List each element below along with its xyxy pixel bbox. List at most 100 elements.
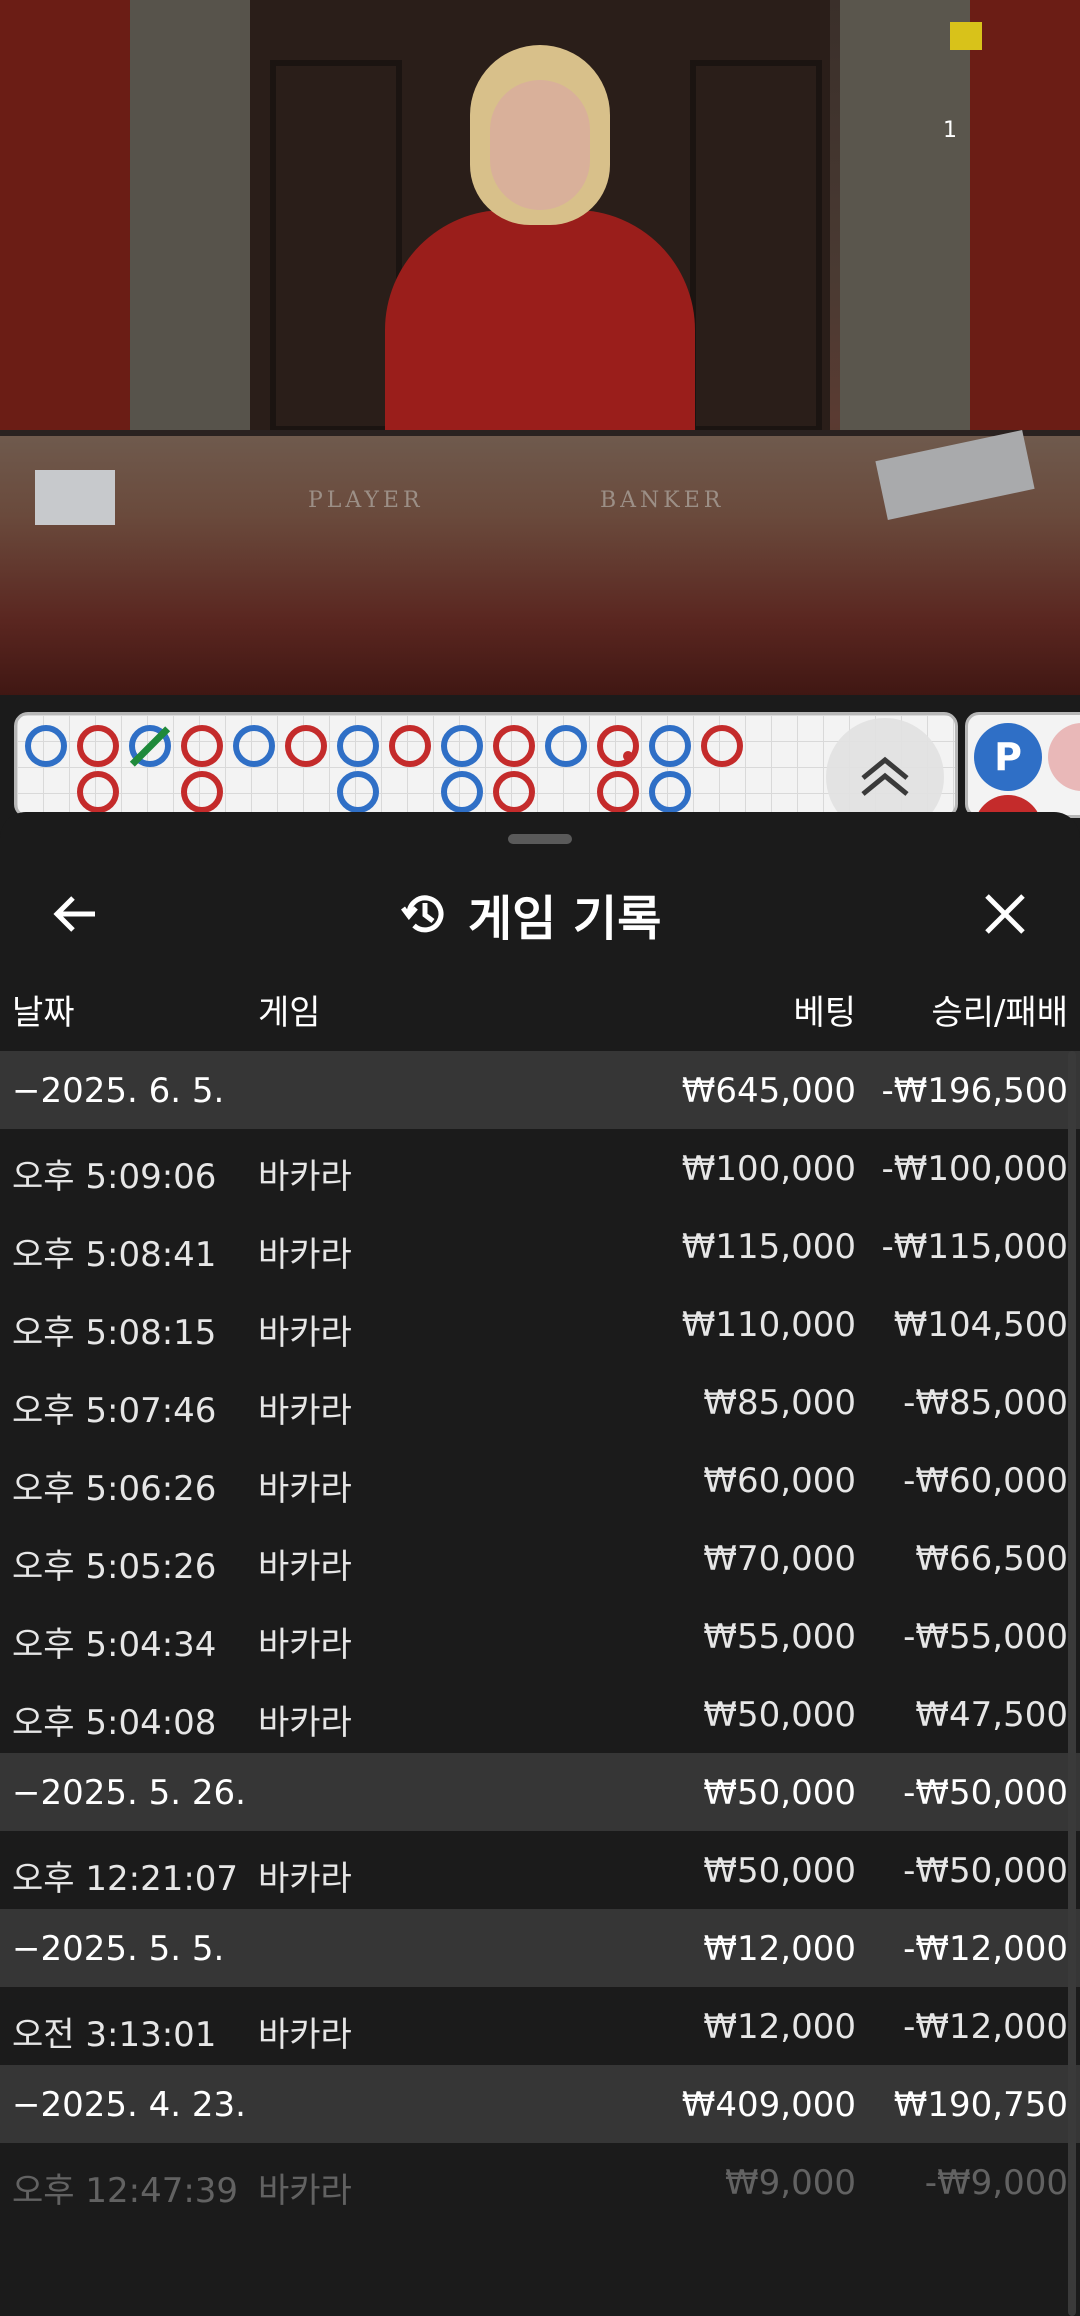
history-row[interactable]: 오후 5:04:34 바카라 ₩55,000 -₩55,000 (0, 1597, 1080, 1675)
sheet-drag-handle[interactable] (508, 834, 572, 844)
row-game: 바카라 (258, 1625, 352, 1665)
game-history-sheet: 게임 기록 날짜 게임 베팅 승리/패배 −2025. 6. 5. ₩645,00… (0, 812, 1080, 2316)
history-row[interactable]: 오후 5:08:41 바카라 ₩115,000 -₩115,000 (0, 1207, 1080, 1285)
banker-predict-badge[interactable] (1048, 723, 1080, 791)
history-list[interactable]: −2025. 6. 5. ₩645,000 -₩196,500 오후 5:09:06 바… (0, 1051, 1080, 2221)
row-date: 오후 12:21:07 (12, 1859, 239, 1899)
prediction-panel[interactable]: P (965, 712, 1080, 818)
double-chevron-up-icon (861, 756, 909, 796)
history-row[interactable]: 오후 12:47:39 바카라 ₩9,000 -₩9,000 (0, 2143, 1080, 2221)
row-bet: ₩60,000 (703, 1461, 856, 1501)
history-row[interactable]: 오후 5:09:06 바카라 ₩100,000 -₩100,000 (0, 1129, 1080, 1207)
dealer-body (385, 210, 695, 460)
player-predict-badge[interactable]: P (974, 723, 1042, 791)
row-date: 오전 3:13:01 (12, 2015, 217, 2055)
banker-bead (181, 771, 223, 813)
column-headers: 날짜 게임 베팅 승리/패배 (0, 975, 1080, 1035)
sheet-title-group: 게임 기록 (400, 882, 661, 947)
back-button[interactable] (40, 884, 110, 944)
row-bet: ₩12,000 (703, 2007, 856, 2047)
dealer-face (490, 80, 590, 210)
column-header-date[interactable]: 날짜 (12, 985, 75, 1034)
row-date: −2025. 4. 23. (12, 2085, 246, 2125)
decor-panel (690, 60, 822, 432)
column-header-bet[interactable]: 베팅 (793, 985, 856, 1034)
live-video: PLAYER BANKER 1 (0, 0, 1080, 695)
table-label-player: PLAYER (308, 488, 424, 513)
column-header-game[interactable]: 게임 (258, 985, 321, 1034)
banker-bead (389, 725, 431, 767)
close-button[interactable] (970, 884, 1040, 944)
row-win-loss: -₩196,500 (881, 1071, 1069, 1111)
banker-bead (597, 771, 639, 813)
column-header-win-loss[interactable]: 승리/패배 (931, 985, 1068, 1034)
player-bead (545, 725, 587, 767)
row-win-loss: ₩66,500 (915, 1539, 1068, 1579)
row-win-loss: -₩55,000 (903, 1617, 1068, 1657)
player-bead (649, 771, 691, 813)
row-date: −2025. 5. 5. (12, 1929, 225, 1969)
history-row[interactable]: 오후 5:05:26 바카라 ₩70,000 ₩66,500 (0, 1519, 1080, 1597)
row-game: 바카라 (258, 1157, 352, 1197)
row-win-loss: -₩12,000 (903, 1929, 1068, 1969)
banker-bead (493, 725, 535, 767)
player-bead (233, 725, 275, 767)
row-win-loss: ₩47,500 (915, 1695, 1068, 1735)
pair-dot (623, 751, 633, 761)
row-game: 바카라 (258, 1547, 352, 1587)
close-icon (985, 894, 1025, 934)
history-row[interactable]: 오후 12:21:07 바카라 ₩50,000 -₩50,000 (0, 1831, 1080, 1909)
date-group-row[interactable]: −2025. 5. 26. ₩50,000 -₩50,000 (0, 1753, 1080, 1831)
row-win-loss: -₩50,000 (903, 1773, 1068, 1813)
banker-bead (285, 725, 327, 767)
history-row[interactable]: 오후 5:07:46 바카라 ₩85,000 -₩85,000 (0, 1363, 1080, 1441)
row-win-loss: -₩115,000 (881, 1227, 1069, 1267)
player-bead (337, 725, 379, 767)
row-bet: ₩85,000 (703, 1383, 856, 1423)
date-group-row[interactable]: −2025. 5. 5. ₩12,000 -₩12,000 (0, 1909, 1080, 1987)
player-bead (441, 725, 483, 767)
row-bet: ₩409,000 (681, 2085, 856, 2125)
row-bet: ₩115,000 (681, 1227, 856, 1267)
sheet-header: 게임 기록 (0, 862, 1080, 962)
history-row[interactable]: 오전 3:13:01 바카라 ₩12,000 -₩12,000 (0, 1987, 1080, 2065)
decor-pillar-right (970, 0, 1080, 470)
history-icon (401, 895, 444, 933)
row-game: 바카라 (258, 1859, 352, 1899)
row-game: 바카라 (258, 2171, 352, 2211)
row-game: 바카라 (258, 1703, 352, 1743)
decor-pillar-left (0, 0, 130, 470)
banker-bead (597, 725, 639, 767)
row-date: 오후 5:05:26 (12, 1547, 217, 1587)
decor-panel (270, 60, 402, 432)
row-date: 오후 5:07:46 (12, 1391, 217, 1431)
player-bead (337, 771, 379, 813)
row-game: 바카라 (258, 1469, 352, 1509)
row-date: 오후 5:04:08 (12, 1703, 217, 1743)
row-win-loss: -₩60,000 (903, 1461, 1068, 1501)
viewer-count: 1 (943, 118, 957, 143)
history-row[interactable]: 오후 5:06:26 바카라 ₩60,000 -₩60,000 (0, 1441, 1080, 1519)
row-date: 오후 5:08:15 (12, 1313, 217, 1353)
row-bet: ₩645,000 (681, 1071, 856, 1111)
row-bet: ₩100,000 (681, 1149, 856, 1189)
row-bet: ₩55,000 (703, 1617, 856, 1657)
date-group-row[interactable]: −2025. 4. 23. ₩409,000 ₩190,750 (0, 2065, 1080, 2143)
date-group-row[interactable]: −2025. 6. 5. ₩645,000 -₩196,500 (0, 1051, 1080, 1129)
history-row[interactable]: 오후 5:04:08 바카라 ₩50,000 ₩47,500 (0, 1675, 1080, 1753)
row-date: −2025. 5. 26. (12, 1773, 246, 1813)
row-game: 바카라 (258, 1235, 352, 1275)
row-date: 오후 5:09:06 (12, 1157, 217, 1197)
card-holder-left (35, 470, 115, 525)
history-row[interactable]: 오후 5:08:15 바카라 ₩110,000 ₩104,500 (0, 1285, 1080, 1363)
banker-bead (493, 771, 535, 813)
row-bet: ₩9,000 (725, 2163, 856, 2203)
row-bet: ₩50,000 (703, 1773, 856, 1813)
bead-road[interactable] (14, 712, 958, 818)
scrollbar[interactable] (1068, 1051, 1076, 2316)
banker-bead (181, 725, 223, 767)
row-bet: ₩70,000 (703, 1539, 856, 1579)
row-game: 바카라 (258, 1313, 352, 1353)
row-game: 바카라 (258, 1391, 352, 1431)
decor-pillar-right-inner (840, 0, 970, 470)
